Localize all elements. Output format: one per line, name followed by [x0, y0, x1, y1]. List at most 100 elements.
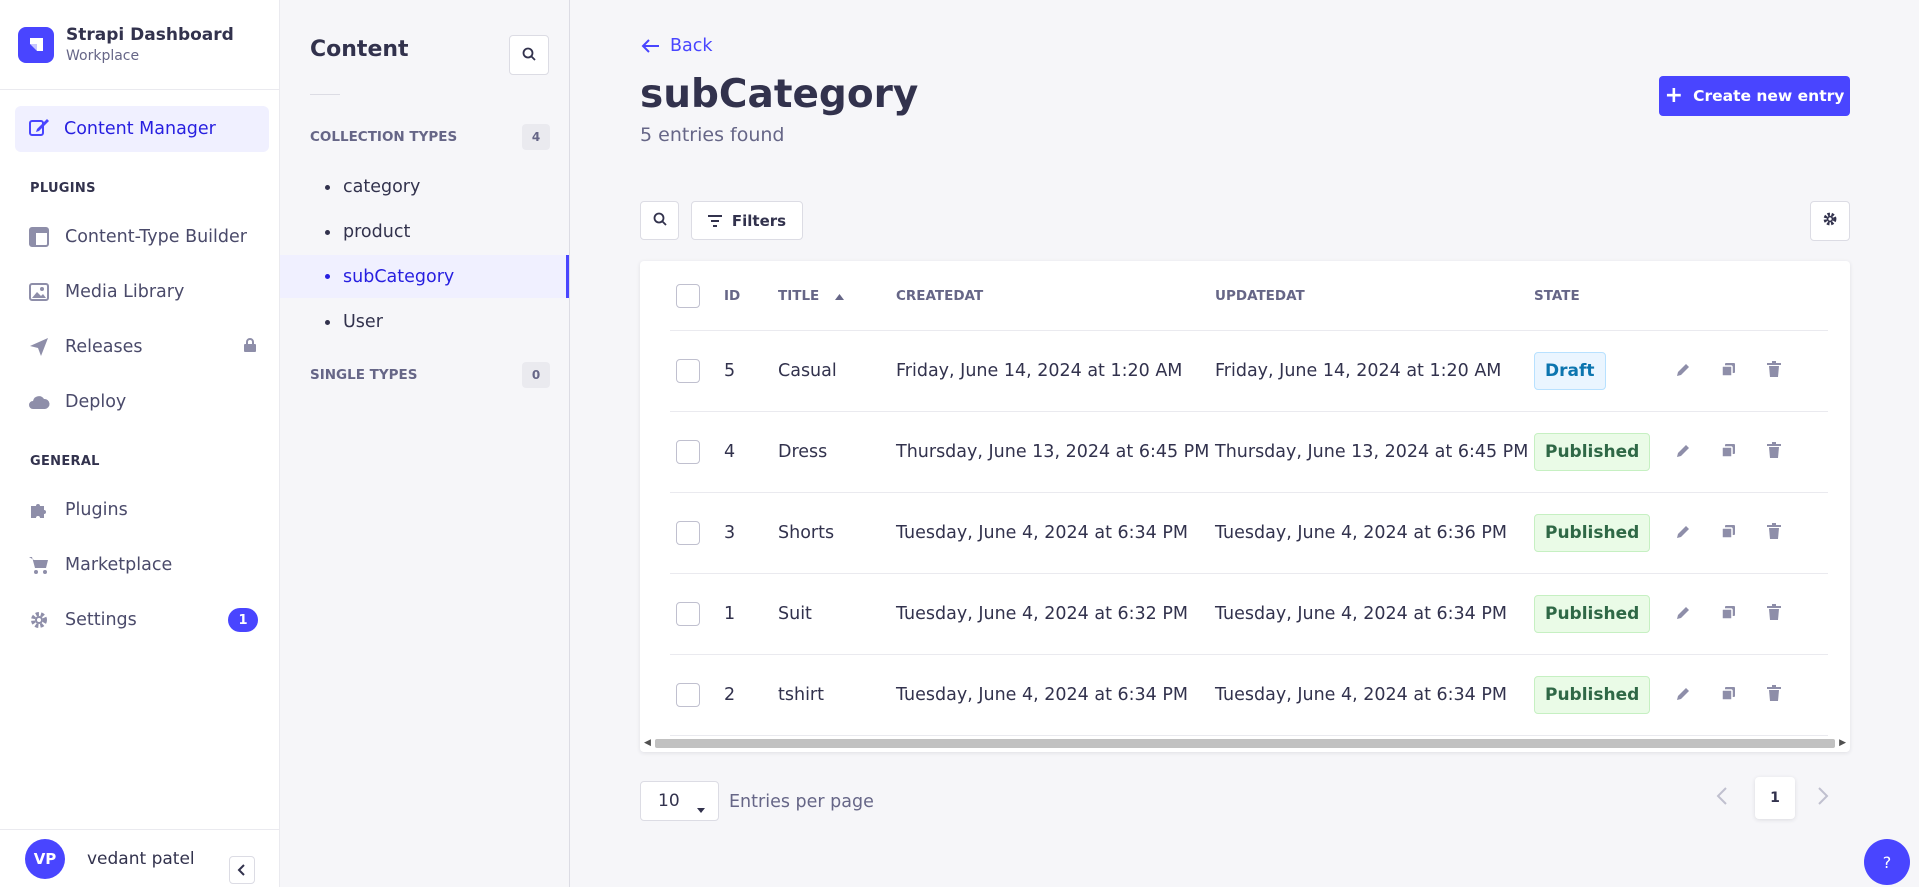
per-page-label: Entries per page	[729, 792, 874, 812]
plus-icon: +	[1664, 83, 1684, 108]
bullet-icon	[325, 184, 330, 190]
header-title[interactable]: TITLE	[778, 261, 845, 330]
table-settings-button[interactable]	[1810, 201, 1850, 241]
delete-button[interactable]	[1767, 412, 1781, 492]
table-row[interactable]: 2 tshirt Tuesday, June 4, 2024 at 6:34 P…	[670, 655, 1828, 736]
header-state[interactable]: STATE	[1534, 261, 1580, 330]
collection-types-header[interactable]: COLLECTION TYPES 4	[310, 124, 550, 150]
delete-button[interactable]	[1767, 331, 1781, 411]
avatar[interactable]: VP	[25, 838, 65, 879]
entries-table: ID TITLE CREATEDAT UPDATEDAT STATE 5 Cas…	[640, 261, 1850, 752]
section-label: SINGLE TYPES	[310, 367, 418, 383]
edit-button[interactable]	[1676, 574, 1691, 654]
cell-state: Published	[1534, 574, 1651, 654]
row-checkbox[interactable]	[676, 521, 700, 545]
duplicate-button[interactable]	[1721, 574, 1736, 654]
subnav-item-category[interactable]: category	[280, 166, 569, 208]
select-all-checkbox[interactable]	[676, 283, 700, 308]
row-checkbox[interactable]	[676, 359, 700, 383]
subnav-item-product[interactable]: product	[280, 211, 569, 253]
duplicate-button[interactable]	[1721, 493, 1736, 573]
gear-icon	[1822, 211, 1838, 231]
subnav-item-user[interactable]: User	[280, 301, 569, 343]
delete-button[interactable]	[1767, 655, 1781, 735]
single-types-header[interactable]: SINGLE TYPES 0	[310, 362, 550, 388]
row-select-cell	[676, 493, 700, 573]
nav-item-plugins[interactable]: Plugins	[28, 495, 258, 525]
duplicate-icon	[1721, 362, 1736, 381]
nav-item-settings[interactable]: Settings 1	[28, 605, 258, 635]
header-updatedat[interactable]: UPDATEDAT	[1215, 261, 1305, 330]
subnav-item-subcategory[interactable]: subCategory	[280, 255, 569, 298]
delete-button[interactable]	[1767, 574, 1781, 654]
table-row[interactable]: 1 Suit Tuesday, June 4, 2024 at 6:32 PM …	[670, 574, 1828, 655]
main-nav: Strapi Dashboard Workplace Content Manag…	[0, 0, 280, 887]
chevron-right-icon	[1817, 787, 1829, 810]
bullet-icon	[325, 229, 330, 235]
table-row[interactable]: 4 Dress Thursday, June 13, 2024 at 6:45 …	[670, 412, 1828, 493]
nav-item-marketplace[interactable]: Marketplace	[28, 550, 258, 580]
row-checkbox[interactable]	[676, 683, 700, 707]
nav-item-releases[interactable]: Releases	[28, 332, 258, 362]
select-all-cell	[676, 261, 700, 330]
subnav-search-button[interactable]	[509, 35, 549, 75]
subnav-title: Content	[310, 37, 409, 62]
duplicate-button[interactable]	[1721, 655, 1736, 735]
nav-item-deploy[interactable]: Deploy	[28, 387, 258, 417]
section-count: 4	[522, 124, 550, 150]
scroll-right-icon[interactable]: ▶	[1839, 738, 1846, 748]
edit-button[interactable]	[1676, 412, 1691, 492]
delete-button[interactable]	[1767, 493, 1781, 573]
nav-item-content-manager[interactable]: Content Manager	[15, 106, 269, 152]
edit-button[interactable]	[1676, 655, 1691, 735]
previous-page-button[interactable]	[1716, 786, 1728, 810]
help-button[interactable]: ?	[1864, 839, 1910, 885]
table-row[interactable]: 3 Shorts Tuesday, June 4, 2024 at 6:34 P…	[670, 493, 1828, 574]
per-page-value: 10	[658, 791, 680, 811]
cell-updatedat: Tuesday, June 4, 2024 at 6:34 PM	[1215, 604, 1508, 624]
entries-per-page-select[interactable]: 10	[640, 781, 719, 821]
horizontal-scrollbar[interactable]: ◀ ▶	[643, 736, 1847, 750]
lock-icon	[242, 337, 258, 358]
header-createdat[interactable]: CREATEDAT	[896, 261, 983, 330]
filter-icon	[707, 214, 722, 227]
back-link[interactable]: Back	[640, 36, 713, 56]
next-page-button[interactable]	[1817, 786, 1829, 810]
scrollbar-thumb[interactable]	[655, 739, 1835, 748]
cell-createdat: Thursday, June 13, 2024 at 6:45 PM	[896, 442, 1210, 462]
duplicate-icon	[1721, 605, 1736, 624]
gear-icon	[28, 610, 50, 630]
cell-id: 2	[724, 685, 736, 705]
edit-button[interactable]	[1676, 493, 1691, 573]
collapse-nav-button[interactable]	[229, 856, 255, 884]
table-search-button[interactable]	[640, 201, 679, 240]
subnav-item-label: subCategory	[343, 266, 455, 287]
chevron-left-icon	[1716, 787, 1728, 810]
row-checkbox[interactable]	[676, 602, 700, 626]
pencil-icon	[1676, 362, 1691, 381]
divider	[310, 94, 340, 95]
trash-icon	[1767, 442, 1781, 462]
table-row[interactable]: 5 Casual Friday, June 14, 2024 at 1:20 A…	[670, 331, 1828, 412]
row-checkbox[interactable]	[676, 440, 700, 464]
edit-button[interactable]	[1676, 331, 1691, 411]
nav-item-media-library[interactable]: Media Library	[28, 277, 258, 307]
cell-title: Shorts	[778, 523, 835, 543]
pencil-icon	[1676, 524, 1691, 543]
paper-plane-icon	[28, 337, 50, 357]
duplicate-button[interactable]	[1721, 331, 1736, 411]
scroll-left-icon[interactable]: ◀	[644, 738, 651, 748]
cell-state: Published	[1534, 655, 1651, 735]
duplicate-button[interactable]	[1721, 412, 1736, 492]
nav-item-content-type-builder[interactable]: Content-Type Builder	[28, 222, 258, 252]
arrow-left-icon	[640, 38, 660, 54]
filters-button[interactable]: Filters	[691, 201, 803, 240]
cell-id: 3	[724, 523, 736, 543]
cell-updatedat: Tuesday, June 4, 2024 at 6:36 PM	[1215, 523, 1508, 543]
page-1-button[interactable]: 1	[1755, 777, 1795, 819]
back-label: Back	[670, 36, 713, 56]
header-id[interactable]: ID	[724, 261, 740, 330]
nav-label: Media Library	[65, 282, 185, 302]
create-new-entry-button[interactable]: + Create new entry	[1659, 76, 1850, 116]
cell-state: Published	[1534, 493, 1651, 573]
